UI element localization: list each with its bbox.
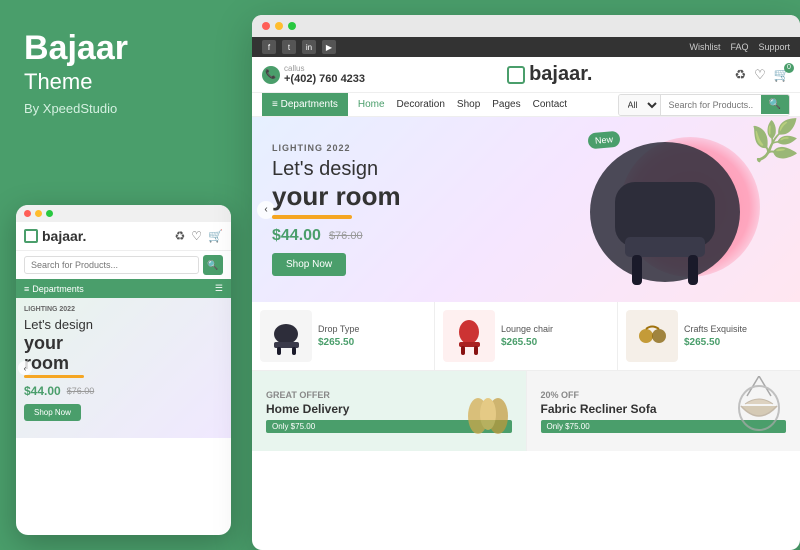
product-info-1: Lounge chair $265.50 [501,324,609,348]
faq-link[interactable]: FAQ [730,42,748,52]
nav-pages[interactable]: Pages [492,99,520,110]
cart-icon[interactable]: 🛒0 [774,67,790,83]
youtube-icon[interactable]: ▶ [322,40,336,54]
mobile-hero-tag: LIGHTING 2022 [24,306,223,313]
nav-contact[interactable]: Contact [533,99,567,110]
brand-title: Bajaar [24,30,224,67]
mobile-logo-icon [24,229,38,243]
dot-green [46,210,53,217]
browser-dot-red [262,22,270,30]
product-price-1: $265.50 [501,337,609,348]
product-name-0: Drop Type [318,324,426,334]
banner-img-0 [458,376,518,446]
hero-content: LIGHTING 2022 Let's design your room $44… [252,128,421,291]
header-logo-icon [507,66,525,84]
mobile-shop-button[interactable]: Shop Now [24,404,81,421]
chair-illustration [560,127,770,297]
product-info-0: Drop Type $265.50 [318,324,426,348]
browser-titlebar [252,15,800,37]
product-price-0: $265.50 [318,337,426,348]
mobile-dept-label: ≡ Departments [24,284,84,294]
mobile-header: bajaar. ♻ ♡ 🛒 [16,222,231,251]
hero-underline [272,215,352,219]
mobile-hero: ‹ LIGHTING 2022 Let's design your room $… [16,298,231,438]
main-header: 📞 callus +(402) 760 4233 bajaar. ♻ ♡ 🛒0 [252,57,800,93]
mobile-dept-bar: ≡ Departments ☰ [16,279,231,298]
phone-number: +(402) 760 4233 [284,73,365,85]
mobile-price-row: $44.00 $76.00 [24,384,223,398]
search-bar: All 🔍 [618,94,790,116]
mobile-hero-heading: Let's design your room [24,317,223,373]
mobile-search-button[interactable]: 🔍 [203,255,223,275]
product-image-0 [260,310,312,362]
product-card-2[interactable]: Crafts Exquisite $265.50 [618,302,800,370]
brand-subtitle: Theme [24,69,224,95]
mobile-header-icons: ♻ ♡ 🛒 [175,229,223,243]
banner-recliner-sofa[interactable]: 20% off Fabric Recliner Sofa Only $75.00 [527,371,800,451]
banner-home-delivery[interactable]: Great Offer Home Delivery Only $75.00 [252,371,527,451]
wishlist-icon[interactable]: ♡ [754,67,766,83]
mobile-titlebar [16,205,231,222]
mobile-hero-underline [24,375,84,378]
phone-icon: 📞 [262,66,280,84]
nav-links: Home Decoration Shop Pages Contact [348,99,577,110]
nav-home[interactable]: Home [358,99,385,110]
call-label: callus [284,64,365,73]
product-name-1: Lounge chair [501,324,609,334]
support-link[interactable]: Support [758,42,790,52]
refresh-icon[interactable]: ♻ [735,67,747,83]
mobile-mockup: bajaar. ♻ ♡ 🛒 🔍 ≡ Departments ☰ ‹ LIGHTI… [16,205,231,535]
product-image-2 [626,310,678,362]
hero-tag: LIGHTING 2022 [272,143,401,153]
header-logo: bajaar. [507,63,592,86]
products-row: Drop Type $265.50 Lounge chair $265.50 [252,302,800,371]
search-category-select[interactable]: All [619,95,661,115]
mobile-prev-arrow[interactable]: ‹ [18,361,32,375]
hero-price: $44.00 [272,227,321,245]
search-input[interactable] [661,96,761,114]
product-price-2: $265.50 [684,337,792,348]
browser-mockup: f t in ▶ Wishlist FAQ Support 📞 callus +… [252,15,800,550]
brand-by: By XpeedStudio [24,101,224,116]
top-social-bar: f t in ▶ Wishlist FAQ Support [252,37,800,57]
mobile-price: $44.00 [24,384,61,398]
product-image-1 [443,310,495,362]
header-actions: ♻ ♡ 🛒0 [735,67,791,83]
browser-dot-green [288,22,296,30]
social-icons: f t in ▶ [262,40,336,54]
cart-badge: 0 [784,63,794,73]
top-links: Wishlist FAQ Support [689,42,790,52]
browser-dot-yellow [275,22,283,30]
twitter-icon[interactable]: t [282,40,296,54]
nav-shop[interactable]: Shop [457,99,480,110]
search-button[interactable]: 🔍 [761,95,789,114]
facebook-icon[interactable]: f [262,40,276,54]
hero-heading: Let's design your room [272,157,401,212]
header-phone: 📞 callus +(402) 760 4233 [262,64,365,85]
product-card-0[interactable]: Drop Type $265.50 [252,302,435,370]
nav-bar: ≡ Departments Home Decoration Shop Pages… [252,93,800,117]
product-name-2: Crafts Exquisite [684,324,792,334]
banner-img-1 [727,376,792,446]
hero-section: LIGHTING 2022 Let's design your room $44… [252,117,800,302]
nav-decoration[interactable]: Decoration [397,99,445,110]
mobile-search-bar: 🔍 [16,251,231,279]
wishlist-link[interactable]: Wishlist [689,42,720,52]
dot-red [24,210,31,217]
product-info-2: Crafts Exquisite $265.50 [684,324,792,348]
mobile-old-price: $76.00 [67,386,95,396]
dot-yellow [35,210,42,217]
product-card-1[interactable]: Lounge chair $265.50 [435,302,618,370]
hero-old-price: $76.00 [329,230,363,242]
mobile-logo: bajaar. [24,228,86,244]
hero-shop-button[interactable]: Shop Now [272,253,346,276]
banner-row: Great Offer Home Delivery Only $75.00 20… [252,371,800,451]
departments-button[interactable]: ≡ Departments [262,93,348,116]
linkedin-icon[interactable]: in [302,40,316,54]
hero-price-row: $44.00 $76.00 [272,227,401,245]
left-panel: Bajaar Theme By XpeedStudio bajaar. ♻ ♡ … [0,0,248,550]
mobile-search-input[interactable] [24,256,199,274]
